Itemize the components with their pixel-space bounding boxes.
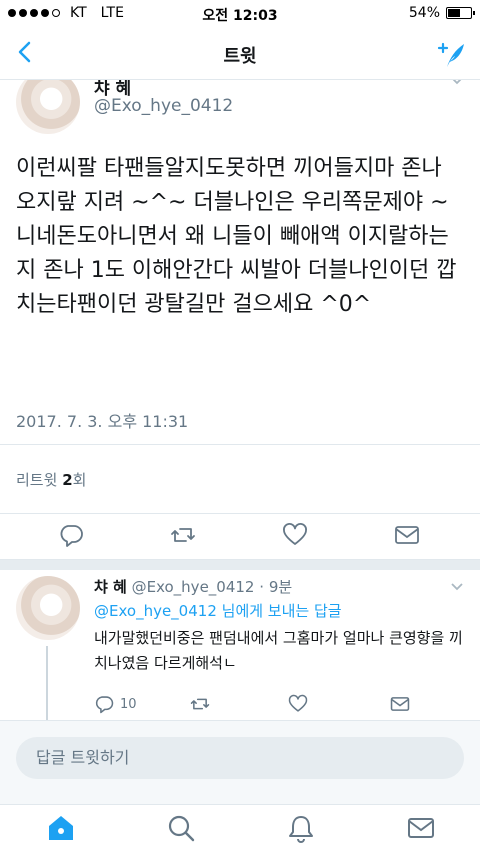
reply-reply-count: 10 (120, 696, 137, 712)
retweet-count-row[interactable]: 리트윗 2회 (0, 444, 480, 514)
retweets-suffix: 회 (72, 471, 87, 489)
reply-time: 9분 (268, 578, 293, 596)
reply-reply-button[interactable]: 10 (94, 694, 137, 714)
bottom-tab-bar (0, 804, 480, 854)
reply-text: 내가말했던비중은 팬덤내에서 그홈마가 얼마나 큰영향을 끼치나였음 다르게해석… (94, 629, 463, 672)
reply-avatar[interactable] (16, 576, 80, 640)
page-title: 트윗 (223, 46, 257, 67)
battery-icon (446, 7, 475, 19)
avatar[interactable] (16, 80, 80, 134)
reply-actions: 10 (94, 694, 464, 718)
reply-icon[interactable] (58, 522, 84, 548)
envelope-small-icon (390, 697, 410, 711)
reply-like-button[interactable] (288, 694, 308, 714)
author-handle[interactable]: @Exo_hye_0412 (94, 96, 233, 116)
nav-bar: 트윗 (0, 28, 480, 80)
reply-dm-button[interactable] (390, 694, 410, 714)
reply-compose-bar: 답글 트윗하기 (0, 720, 480, 804)
tweet-actions (0, 514, 480, 560)
search-icon[interactable] (166, 813, 196, 843)
notifications-bell-icon[interactable] (286, 813, 316, 843)
home-icon[interactable] (46, 813, 76, 843)
tweet-timestamp: 2017. 7. 3. 오후 11:31 (16, 412, 189, 431)
reply-retweet-button[interactable] (190, 694, 210, 714)
replying-to-mention[interactable]: @Exo_hye_0412 (94, 602, 217, 620)
compose-tweet-icon[interactable] (436, 40, 466, 70)
reply-tweet[interactable]: 챠 혜 @Exo_hye_0412 · 9분 @Exo_hye_0412 님에게… (0, 570, 480, 720)
tweet-header: 챠 혜 @Exo_hye_0412 (0, 80, 480, 140)
reply-dot: · (259, 578, 265, 596)
heart-small-icon (288, 694, 308, 712)
chevron-down-icon[interactable] (450, 80, 464, 88)
status-bar: KT LTE 오전 12:03 54% (0, 0, 480, 28)
reply-chevron-down-icon[interactable] (450, 580, 464, 594)
direct-message-icon[interactable] (394, 522, 420, 548)
retweet-icon[interactable] (170, 522, 196, 548)
retweets-count: 2 (62, 471, 73, 489)
tweet-text: 이런씨팔 타팬들알지도못하면 끼어들지마 존나 오지랖 지려 ~^~ 더블나인은… (16, 156, 457, 317)
reply-author-name[interactable]: 챠 혜 (94, 578, 127, 596)
messages-envelope-icon[interactable] (406, 813, 436, 843)
retweets-label: 리트윗 (16, 471, 58, 489)
reply-header: 챠 혜 @Exo_hye_0412 · 9분 (94, 576, 292, 597)
reply-small-icon (95, 696, 114, 714)
section-divider (0, 560, 480, 570)
reply-author-handle[interactable]: @Exo_hye_0412 (132, 578, 255, 596)
thread-line (46, 646, 48, 720)
battery-percent: 54% (408, 5, 440, 21)
status-right: 54% (408, 5, 475, 21)
retweet-small-icon (190, 698, 210, 710)
reply-input[interactable]: 답글 트윗하기 (16, 737, 464, 779)
replying-to: @Exo_hye_0412 님에게 보내는 답글 (94, 600, 342, 621)
like-heart-icon[interactable] (282, 522, 308, 548)
replying-to-suffix: 님에게 보내는 답글 (221, 602, 342, 620)
